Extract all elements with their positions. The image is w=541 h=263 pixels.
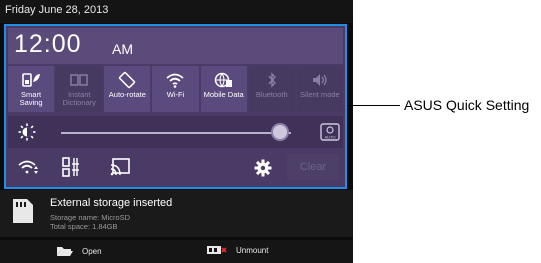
tile-instant-dictionary[interactable]: Instant Dictionary [56,66,103,112]
smart-saving-icon [21,71,41,88]
tile-label: Smart Saving [19,90,43,107]
quick-settings-bottom-row: Clear [8,150,343,185]
wifi-icon [165,71,185,88]
open-label: Open [82,246,102,256]
brightness-slider-handle[interactable] [270,123,289,141]
screen-cast-icon[interactable] [110,157,130,177]
tile-silent-mode[interactable]: Silent mode [296,66,343,112]
auto-brightness-icon[interactable]: AUTO [320,123,340,141]
tile-label: Instant Dictionary [62,90,96,107]
tile-bluetooth[interactable]: Bluetooth [248,66,295,112]
mobile-data-icon [214,71,234,88]
clock-row: 12:00 AM [8,28,343,64]
clock-ampm: AM [112,41,133,57]
tile-auto-rotate[interactable]: Auto-rotate [104,66,151,112]
quick-settings-config-icon[interactable] [62,157,80,177]
tile-label: Silent mode [300,90,340,99]
notification-storage-name: Storage name: MicroSD [50,213,131,222]
unmount-icon [206,245,228,255]
unmount-label: Unmount [236,245,269,255]
callout-line [348,105,400,106]
brightness-icon [18,123,36,141]
callout-label: ASUS Quick Setting [404,97,530,113]
brightness-slider-track[interactable] [61,132,291,134]
dictionary-icon [69,71,89,88]
unmount-action[interactable]: Unmount [206,245,268,255]
auto-label: AUTO [324,135,335,140]
bluetooth-icon [262,71,282,88]
notification-actions: Open Unmount [0,240,353,263]
quick-settings-panel: 12:00 AM Smart Saving Instant Dictionary [4,24,347,189]
open-action[interactable]: Open [56,245,102,257]
clock-time: 12:00 [14,30,82,58]
wifi-settings-icon[interactable] [18,159,40,177]
sd-card-icon [12,198,34,224]
tile-smart-saving[interactable]: Smart Saving [8,66,55,112]
tablet-screen: Friday June 28, 2013 12:00 AM Smart Savi… [0,0,353,263]
clear-button[interactable]: Clear [287,154,339,180]
toggle-tiles: Smart Saving Instant Dictionary Auto-rot… [8,66,343,112]
tile-label: Auto-rotate [108,90,146,99]
tile-label: Bluetooth [255,90,288,99]
status-date: Friday June 28, 2013 [5,4,109,16]
notification-total-space: Total space: 1.84GB [50,222,118,231]
tile-label: Wi-Fi [166,90,185,99]
tile-label: Mobile Data [203,90,244,99]
folder-icon [56,245,74,257]
storage-notification[interactable]: External storage inserted Storage name: … [0,190,353,237]
tile-wifi[interactable]: Wi-Fi [152,66,199,112]
silent-mode-icon [310,71,330,88]
status-bar: Friday June 28, 2013 [0,0,353,23]
settings-gear-icon[interactable] [254,159,272,177]
auto-rotate-icon [117,71,137,88]
notification-title: External storage inserted [50,197,173,209]
brightness-row: AUTO [8,116,343,148]
tile-mobile-data[interactable]: Mobile Data [200,66,247,112]
